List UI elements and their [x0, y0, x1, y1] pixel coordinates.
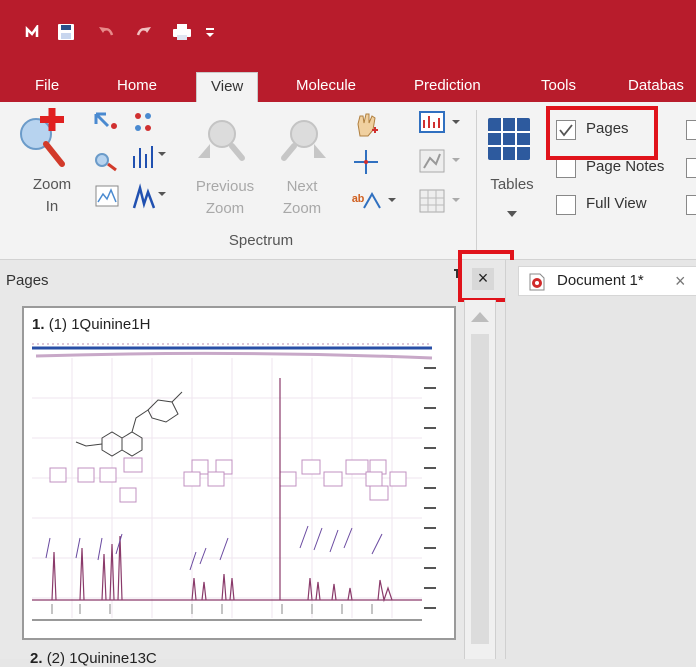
spectrum-thumbnail-icon[interactable] [94, 184, 120, 215]
pages-highlight-box [546, 106, 658, 160]
undo-icon[interactable] [96, 22, 116, 42]
pages-scrollbar[interactable] [464, 300, 496, 659]
tab-home[interactable]: Home [117, 74, 157, 102]
tables-label[interactable]: Tables [484, 174, 540, 196]
save-icon[interactable] [56, 22, 76, 42]
previous-zoom-label-1: Previous [195, 178, 255, 195]
scroll-up-arrow-icon[interactable] [469, 310, 491, 329]
ribbon-tab-bar: File Home View Molecule Prediction Tools… [0, 68, 696, 102]
chart-layout-icon[interactable] [418, 110, 468, 141]
integration-icon[interactable] [130, 182, 170, 217]
extra-checkbox-3[interactable] [686, 195, 696, 215]
ribbon-separator [476, 110, 477, 250]
page-thumbnail-1[interactable]: 1. (1) 1Quinine1H [22, 306, 456, 640]
tab-file[interactable]: File [35, 74, 59, 102]
multiplet-icon[interactable] [130, 142, 170, 177]
redo-icon[interactable] [134, 22, 154, 42]
extra-checkbox-2[interactable] [686, 158, 696, 178]
full-view-checkbox-label: Full View [586, 195, 647, 212]
tables-icon[interactable] [486, 116, 532, 167]
assign-icon[interactable]: ᵃᵇ [350, 188, 400, 219]
page-1-number: 1. [32, 316, 45, 333]
grid-layout-icon[interactable] [418, 188, 468, 221]
pan-hand-icon[interactable] [352, 110, 380, 143]
next-zoom-label-2: Zoom [282, 200, 322, 217]
tab-view[interactable]: View [196, 72, 259, 102]
zoom-in-label-1: Zoom [32, 176, 72, 193]
document-area: Document 1* × [505, 260, 696, 659]
tab-databases[interactable]: Databas [628, 74, 684, 102]
print-icon[interactable] [172, 22, 192, 42]
pages-panel-title: Pages [6, 272, 49, 289]
zoom-in-label-2: In [45, 198, 59, 215]
spectrum-group-label: Spectrum [228, 232, 294, 249]
previous-zoom-icon[interactable] [196, 110, 256, 175]
app-logo-icon [22, 22, 42, 42]
document-tab-close-icon[interactable]: × [675, 267, 686, 295]
document-icon [529, 273, 545, 301]
page-1-title: 1. (1) 1Quinine1H [32, 316, 150, 333]
next-zoom-icon[interactable] [276, 110, 336, 175]
zoom-out-icon[interactable] [92, 148, 122, 179]
tables-dropdown-icon[interactable] [506, 206, 518, 224]
nmr-spectrum-thumbnail [32, 338, 442, 635]
title-bar [0, 0, 696, 68]
tab-tools[interactable]: Tools [541, 74, 576, 102]
tab-prediction[interactable]: Prediction [414, 74, 481, 102]
full-view-checkbox[interactable] [556, 195, 576, 215]
previous-zoom-label-2: Zoom [205, 200, 245, 217]
svg-text:ᵃᵇ: ᵃᵇ [352, 193, 364, 210]
page-notes-checkbox[interactable] [556, 158, 576, 178]
ribbon: Zoom In Previous Zoom Next Zoom ᵃᵇ Spect… [0, 102, 696, 260]
document-tab[interactable]: Document 1* × [518, 266, 696, 296]
zoom-x-icon[interactable] [92, 110, 122, 141]
page-notes-checkbox-label: Page Notes [586, 158, 665, 175]
customize-toolbar-icon[interactable] [200, 22, 220, 42]
zoom-in-icon[interactable] [14, 108, 70, 173]
tab-molecule[interactable]: Molecule [296, 74, 356, 102]
page-1-name: (1) 1Quinine1H [48, 316, 151, 333]
document-tab-label: Document 1* [557, 272, 644, 289]
crosshair-icon[interactable] [352, 148, 380, 181]
zoom-fit-icon[interactable] [418, 148, 468, 181]
next-zoom-label-1: Next [286, 178, 318, 195]
scrollbar-thumb[interactable] [471, 334, 489, 644]
peak-pick-icon[interactable] [130, 110, 160, 141]
extra-checkbox-1[interactable] [686, 120, 696, 140]
